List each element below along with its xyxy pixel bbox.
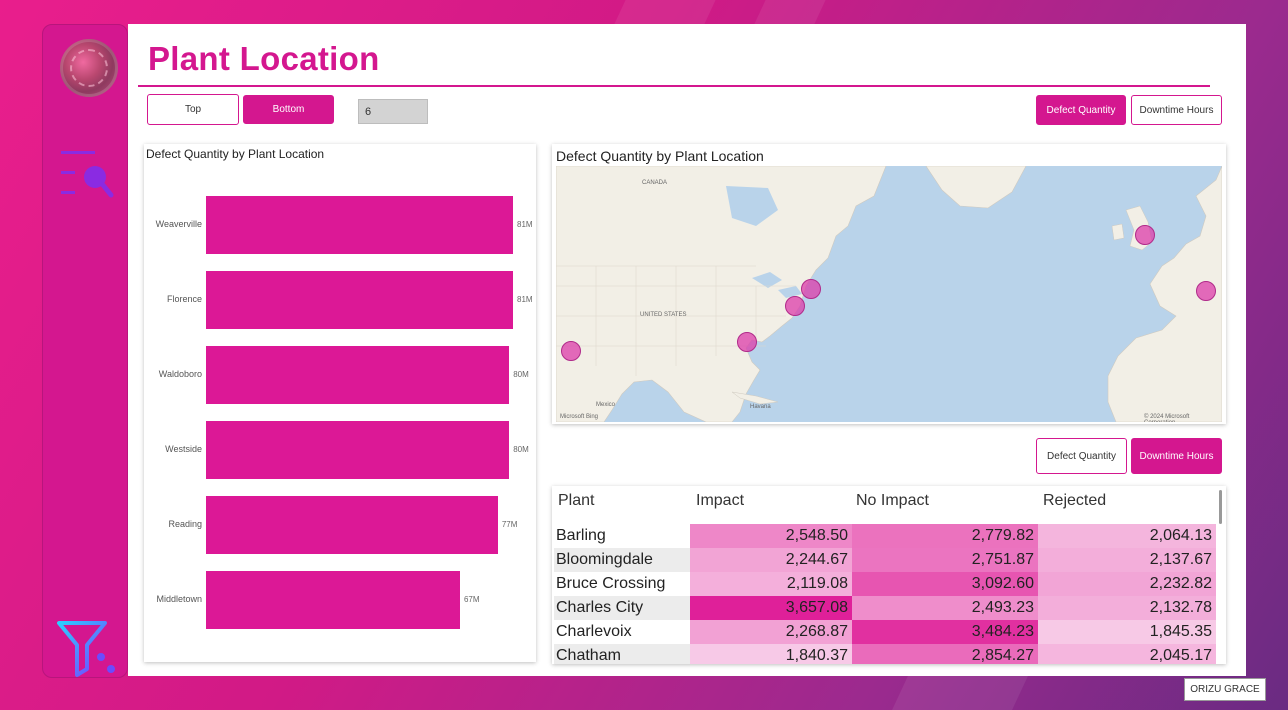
report-search-icon[interactable] [59,149,115,201]
bar-label: Weaverville [155,219,202,229]
page-title: Plant Location [148,40,380,77]
bar-value-label: 80M [513,445,529,454]
value-cell-no-impact: 2,493.23 [852,596,1038,620]
top-n-input[interactable]: 6 [358,99,428,124]
bar-value-label: 81M [517,295,533,304]
map-land [556,166,1222,422]
bar-value-label: 81M [517,220,533,229]
column-header-rejected[interactable]: Rejected [1043,492,1106,510]
plant-cell: Barling [554,524,690,548]
plant-cell: Chatham [554,644,690,664]
matrix-table: Plant Impact No Impact Rejected Barling 2… [552,486,1226,664]
map-title: Defect Quantity by Plant Location [556,148,764,164]
value-cell-rejected: 2,064.13 [1038,524,1216,548]
bar-label: Westside [165,444,202,454]
title-divider [138,85,1210,87]
value-cell-no-impact: 2,779.82 [852,524,1038,548]
bar-value-label: 77M [501,520,518,529]
value-cell-impact: 1,840.37 [690,644,852,664]
background-shape [614,0,716,24]
map-bubble[interactable] [561,341,581,361]
value-cell-impact: 2,119.08 [690,572,852,596]
value-cell-impact: 3,657.08 [690,596,852,620]
downtime-hours-button[interactable]: Downtime Hours [1131,95,1222,125]
bar[interactable] [206,196,513,254]
table-row[interactable]: Charlevoix 2,268.87 3,484.23 1,845.35 [554,620,1216,644]
table-defect-quantity-button[interactable]: Defect Quantity [1036,438,1127,474]
scrollbar[interactable] [1219,490,1222,524]
column-header-plant[interactable]: Plant [558,492,594,510]
table-row[interactable]: Chatham 1,840.37 2,854.27 2,045.17 [554,644,1216,664]
value-cell-no-impact: 3,484.23 [852,620,1038,644]
main-panel: Plant Location Top Bottom 6 Defect Quant… [128,24,1246,676]
value-cell-rejected: 2,132.78 [1038,596,1216,620]
table-row[interactable]: Charles City 3,657.08 2,493.23 2,132.78 [554,596,1216,620]
logo-icon [60,39,118,97]
bar[interactable] [206,421,510,479]
map-brand: Microsoft Bing [560,414,599,420]
column-header-impact[interactable]: Impact [696,492,744,510]
map-label-united-states: UNITED STATES [640,312,687,318]
table-downtime-hours-button[interactable]: Downtime Hours [1131,438,1222,474]
map-label-canada: CANADA [642,180,668,186]
bar[interactable] [206,496,498,554]
map-bubble[interactable] [785,296,805,316]
table-row[interactable]: Bloomingdale 2,244.67 2,751.87 2,137.67 [554,548,1216,572]
value-cell-no-impact: 2,751.87 [852,548,1038,572]
bar[interactable] [206,271,513,329]
map-attribution: © 2024 Microsoft Corporation [1144,414,1190,422]
value-cell-rejected: 2,045.17 [1038,644,1216,664]
map-bubble[interactable] [801,279,821,299]
top-button[interactable]: Top [147,94,239,125]
bar-value-label: 80M [513,370,529,379]
map-label-mexico: Mexico [596,402,616,408]
plant-cell: Bruce Crossing [554,572,690,596]
background-shape [892,676,1028,710]
map-bubble[interactable] [1196,281,1216,301]
table-row[interactable]: Bruce Crossing 2,119.08 3,092.60 2,232.82 [554,572,1216,596]
bar-label: Reading [168,519,202,529]
bottom-button[interactable]: Bottom [243,95,334,124]
map-label-havana: Havana [750,404,771,410]
value-cell-impact: 2,244.67 [690,548,852,572]
value-cell-rejected: 1,845.35 [1038,620,1216,644]
bar[interactable] [206,571,460,629]
column-header-no-impact[interactable]: No Impact [856,492,929,510]
map-bubble[interactable] [1135,225,1155,245]
value-cell-rejected: 2,137.67 [1038,548,1216,572]
defect-quantity-button[interactable]: Defect Quantity [1036,95,1126,125]
value-cell-impact: 2,268.87 [690,620,852,644]
value-cell-no-impact: 2,854.27 [852,644,1038,664]
plant-cell: Charles City [554,596,690,620]
bar-label: Florence [166,294,202,304]
plant-cell: Charlevoix [554,620,690,644]
bar-label: Waldoboro [158,369,202,379]
map-card: Defect Quantity by Plant Location CANADA… [552,144,1226,424]
value-cell-no-impact: 3,092.60 [852,572,1038,596]
bar[interactable] [206,346,510,404]
filter-icon[interactable] [57,619,123,679]
sidebar [42,24,128,678]
table-row[interactable]: Barling 2,548.50 2,779.82 2,064.13 [554,524,1216,548]
background-shape [754,0,826,24]
map[interactable]: CANADA UNITED STATES Havana Mexico © 202… [556,166,1222,422]
bar-chart-title: Defect Quantity by Plant Location [146,147,325,161]
map-bubble[interactable] [737,332,757,352]
value-cell-rejected: 2,232.82 [1038,572,1216,596]
value-cell-impact: 2,548.50 [690,524,852,548]
author-label: ORIZU GRACE [1184,678,1266,701]
bar-value-label: 67M [463,595,480,604]
bar-label: Middletown [156,594,202,604]
bar-chart-card: Defect Quantity by Plant Location Weaver… [144,144,536,662]
plant-cell: Bloomingdale [554,548,690,572]
